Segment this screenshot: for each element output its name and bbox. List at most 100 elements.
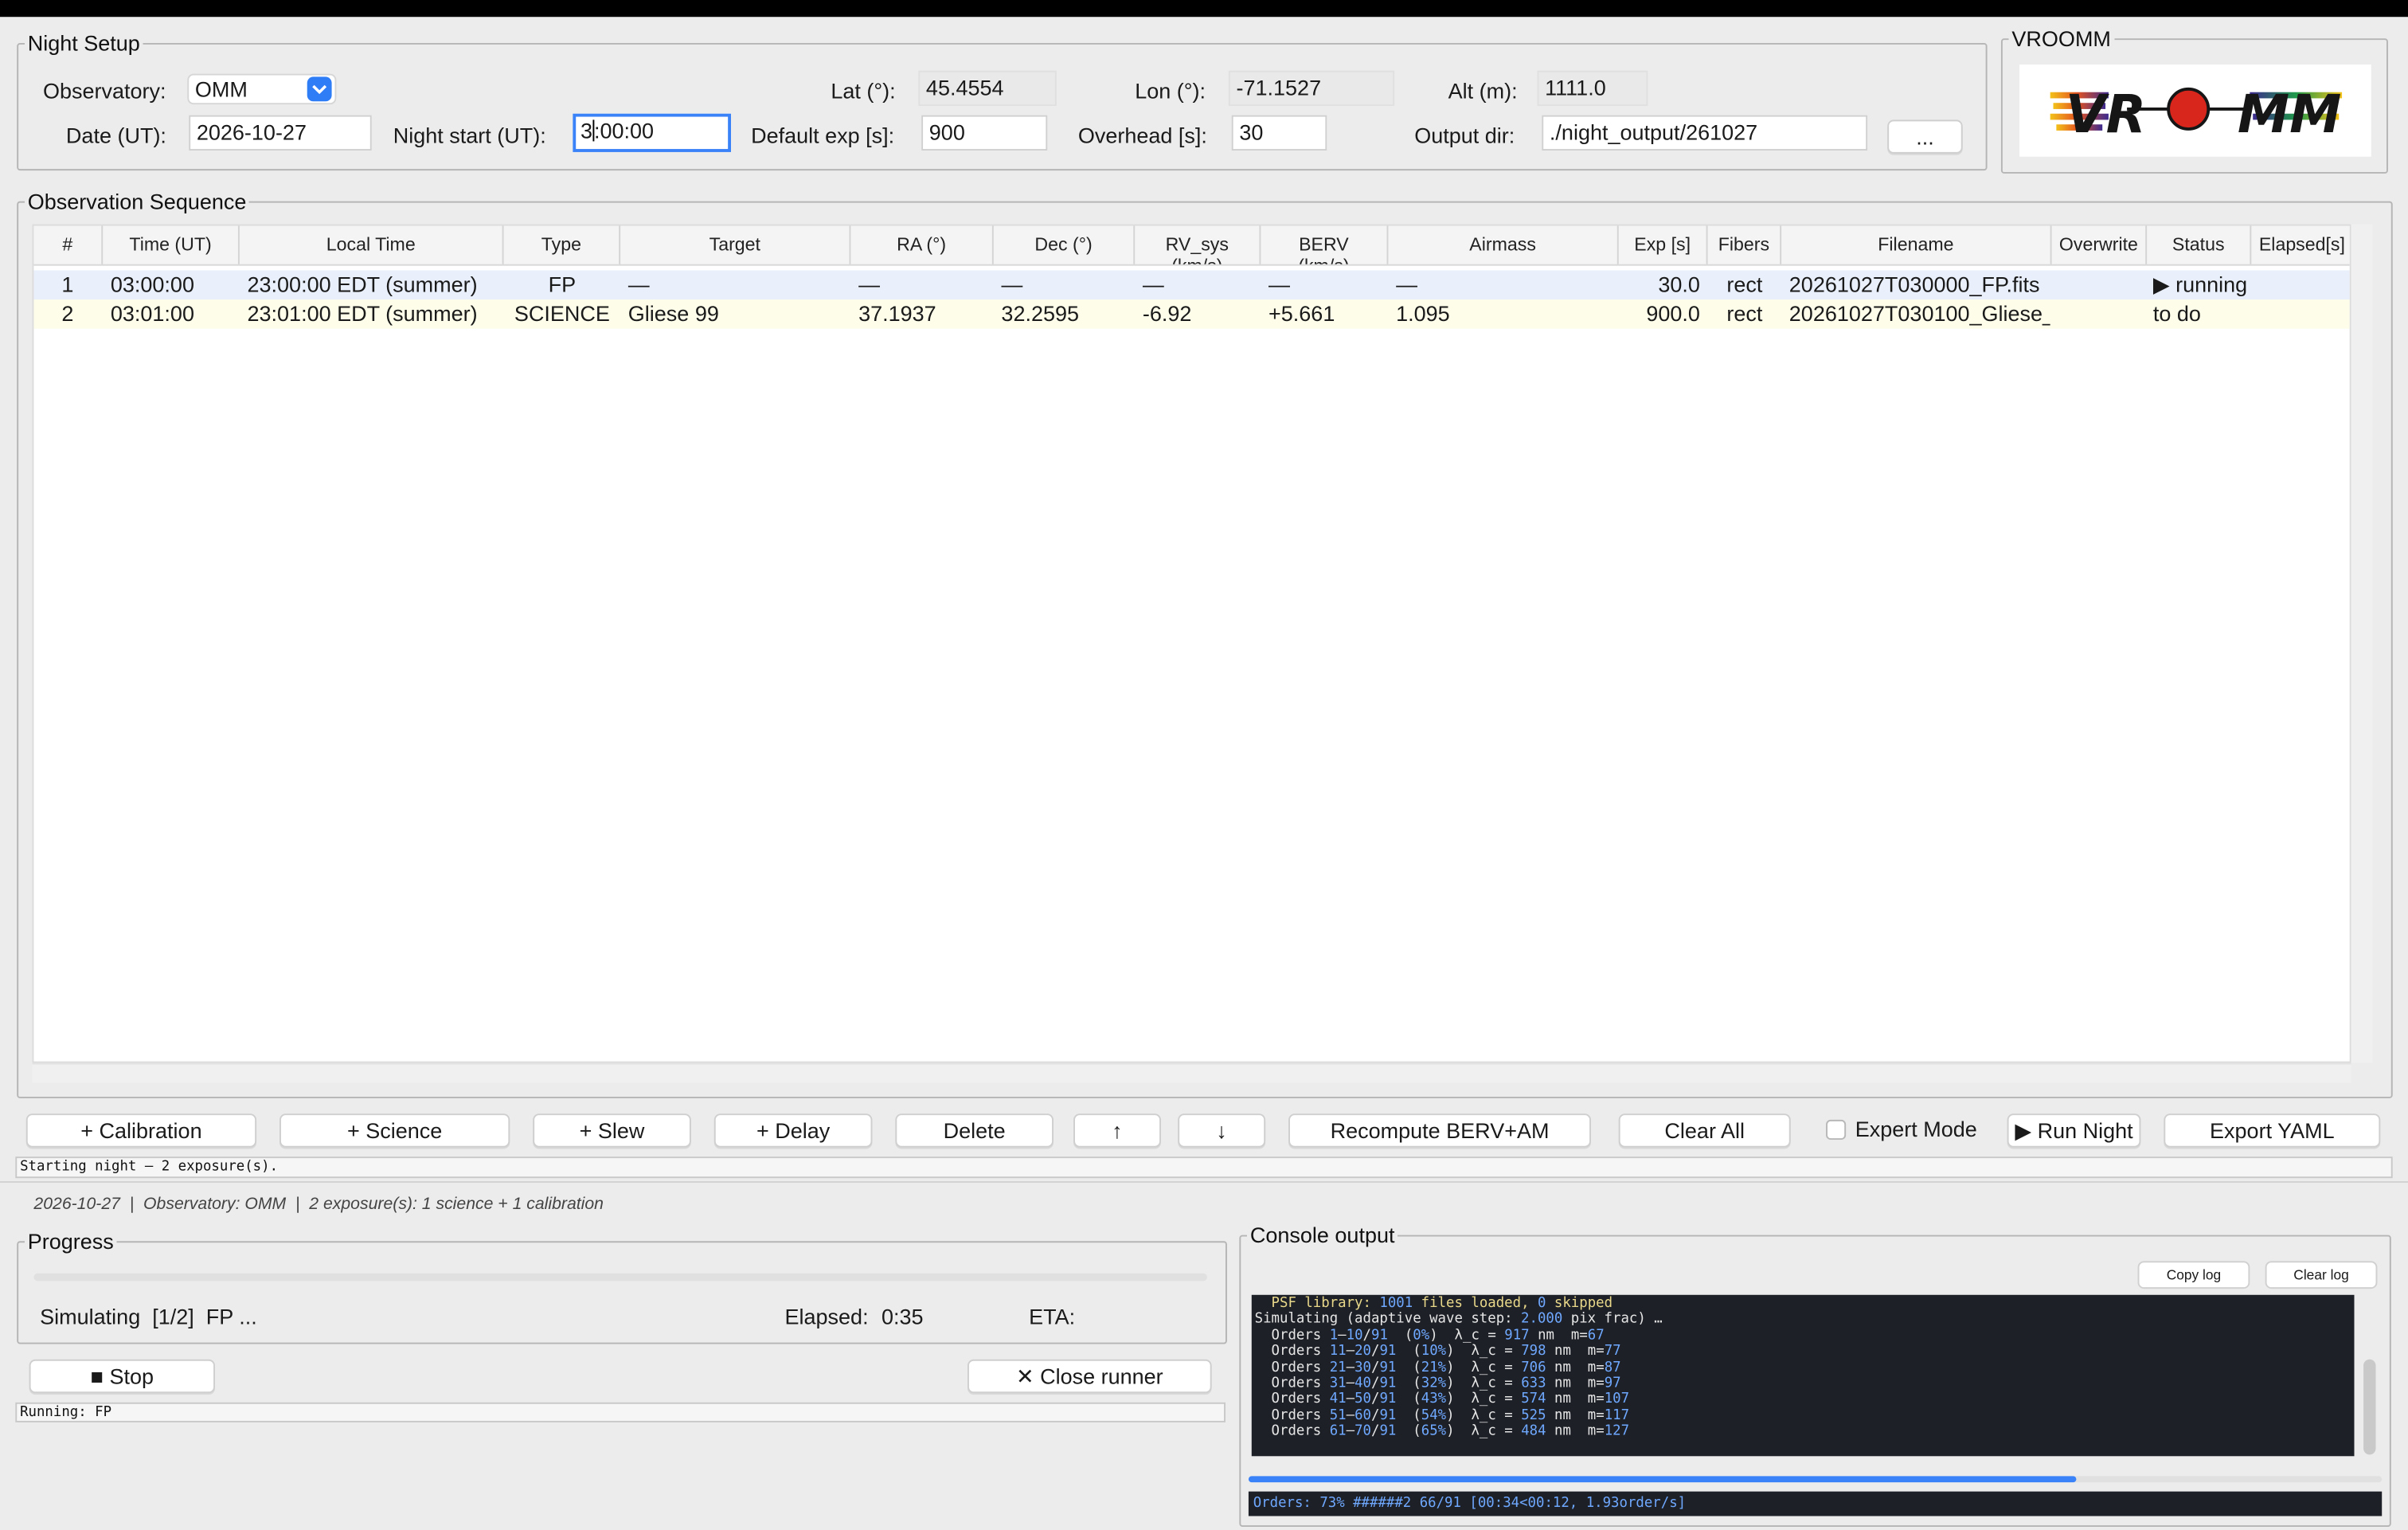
cell-target: Gliese 99 xyxy=(627,300,719,326)
observatory-value: OMM xyxy=(194,76,248,102)
col-ra[interactable]: RA (°) xyxy=(850,225,994,264)
date-field[interactable]: 2026-10-27 xyxy=(189,115,372,151)
chevron-down-icon[interactable] xyxy=(307,76,332,102)
orders-progress-fill xyxy=(1248,1476,2076,1483)
eta-label: ETA: xyxy=(1029,1304,1076,1329)
cell-num: 2 xyxy=(61,300,74,326)
col-elapsed[interactable]: Elapsed[s] xyxy=(2251,225,2349,264)
cell-status: to do xyxy=(2152,300,2201,326)
add-calibration-button[interactable]: + Calibration xyxy=(25,1113,257,1148)
console-line: PSF library: 1001 files loaded, 0 skippe… xyxy=(1254,1296,1613,1312)
cell-target: — xyxy=(627,272,650,297)
console-output-legend: Console output xyxy=(1249,1223,1395,1247)
runner-status-bar: Running: FP xyxy=(15,1402,1226,1422)
sequence-table[interactable]: # Time (UT) Local Time Type Target RA (°… xyxy=(32,224,2351,1063)
logo-text-right: MM xyxy=(2238,84,2342,145)
night-summary: 2026-10-27 | Observatory: OMM | 2 exposu… xyxy=(33,1195,604,1214)
lat-field: 45.4554 xyxy=(918,70,1057,107)
export-yaml-button[interactable]: Export YAML xyxy=(2164,1113,2381,1148)
elapsed-label: Elapsed: xyxy=(784,1304,869,1329)
col-exp[interactable]: Exp [s] xyxy=(1619,225,1708,264)
copy-log-button[interactable]: Copy log xyxy=(2137,1261,2250,1289)
table-vertical-scrollbar[interactable] xyxy=(2351,224,2373,1063)
col-fibers[interactable]: Fibers xyxy=(1708,225,1782,264)
cell-airmass: — xyxy=(1396,272,1418,297)
stop-button[interactable]: ■ Stop xyxy=(29,1359,215,1394)
logo-graphic: VR MM xyxy=(2050,84,2343,145)
lon-field: -71.1527 xyxy=(1228,70,1395,107)
cell-berv: — xyxy=(1268,272,1290,297)
date-label: Date (UT): xyxy=(65,123,166,148)
orders-progress-text: Orders: 73% ######2 66/91 [00:34<00:12, … xyxy=(1248,1491,2383,1516)
clear-all-button[interactable]: Clear All xyxy=(1618,1113,1791,1148)
add-slew-button[interactable]: + Slew xyxy=(533,1113,691,1148)
move-down-button[interactable]: ↓ xyxy=(1178,1113,1266,1148)
col-rv-sys[interactable]: RV_sys (km/s) xyxy=(1135,225,1261,264)
overhead-field[interactable]: 30 xyxy=(1231,115,1327,151)
orders-progress-bar xyxy=(1248,1476,2383,1483)
cell-exp: 900.0 xyxy=(1646,300,1700,326)
col-target[interactable]: Target xyxy=(620,225,851,264)
clear-log-button[interactable]: Clear log xyxy=(2265,1261,2378,1289)
console-scrollbar-thumb[interactable] xyxy=(2363,1359,2376,1455)
console-line: Orders 51–60/91 (54%) λ_c = 525 nm m=117 xyxy=(1254,1408,1630,1424)
add-delay-button[interactable]: + Delay xyxy=(713,1113,873,1148)
cell-time-ut: 03:01:00 xyxy=(110,300,194,326)
lat-label: Lat (°): xyxy=(831,78,896,104)
console-line: Orders 1–10/91 (0%) λ_c = 917 nm m=67 xyxy=(1254,1328,1605,1344)
cell-exp: 30.0 xyxy=(1658,272,1700,297)
col-status[interactable]: Status xyxy=(2147,225,2252,264)
move-up-button[interactable]: ↑ xyxy=(1073,1113,1161,1148)
console-log[interactable]: PSF library: 1001 files loaded, 0 skippe… xyxy=(1251,1294,2355,1457)
expert-mode-label[interactable]: Expert Mode xyxy=(1855,1117,1977,1141)
col-time-ut[interactable]: Time (UT) xyxy=(103,225,240,264)
cell-time-ut: 03:00:00 xyxy=(110,272,194,297)
observatory-select[interactable]: OMM xyxy=(187,73,337,105)
col-berv[interactable]: BERV (km/s) xyxy=(1261,225,1389,264)
night-start-value-end: :00:00 xyxy=(593,118,655,143)
cell-filename: 20261027T030000_FP.fits xyxy=(1788,272,2040,297)
night-start-field[interactable]: 3:00:00 xyxy=(573,113,731,152)
vroomm-logo: VR MM xyxy=(2019,64,2371,157)
col-dec[interactable]: Dec (°) xyxy=(994,225,1136,264)
cell-rv-sys: -6.92 xyxy=(1142,300,1192,326)
window-top-bar xyxy=(0,0,2408,18)
simulation-progress-bar xyxy=(33,1273,1207,1282)
observation-sequence-legend: Observation Sequence xyxy=(27,189,247,214)
table-horizontal-scrollbar[interactable] xyxy=(32,1062,2351,1083)
observatory-label: Observatory: xyxy=(42,78,166,104)
simulating-status: Simulating [1/2] FP ... xyxy=(40,1304,257,1329)
col-local-time[interactable]: Local Time xyxy=(240,225,504,264)
run-night-button[interactable]: ▶ Run Night xyxy=(2007,1113,2141,1148)
table-row[interactable]: 1 03:00:00 23:00:00 EDT (summer) FP — — … xyxy=(33,270,2350,300)
cell-fibers: rect xyxy=(1726,300,1763,326)
expert-mode-checkbox[interactable] xyxy=(1826,1119,1847,1140)
cell-berv: +5.661 xyxy=(1268,300,1335,326)
lon-label: Lon (°): xyxy=(1135,78,1206,104)
alt-label: Alt (m): xyxy=(1448,78,1518,104)
status-bar: Starting night — 2 exposure(s). xyxy=(15,1156,2393,1179)
overhead-label: Overhead [s]: xyxy=(1077,123,1207,148)
cell-local-time: 23:01:00 EDT (summer) xyxy=(247,300,478,326)
cell-ra: 37.1937 xyxy=(858,300,936,326)
console-line: Orders 41–50/91 (43%) λ_c = 574 nm m=107 xyxy=(1254,1392,1630,1408)
close-runner-button[interactable]: ✕ Close runner xyxy=(967,1359,1212,1394)
col-overwrite[interactable]: Overwrite xyxy=(2052,225,2148,264)
output-dir-field[interactable]: ./night_output/261027 xyxy=(1542,115,1868,151)
cell-airmass: 1.095 xyxy=(1396,300,1450,326)
logo-legend: VROOMM xyxy=(2011,25,2111,51)
default-exp-field[interactable]: 900 xyxy=(921,115,1048,151)
recompute-berv-am-button[interactable]: Recompute BERV+AM xyxy=(1288,1113,1591,1148)
col-num[interactable]: # xyxy=(33,225,104,264)
col-airmass[interactable]: Airmass xyxy=(1388,225,1619,264)
add-science-button[interactable]: + Science xyxy=(279,1113,510,1148)
delete-button[interactable]: Delete xyxy=(895,1113,1054,1148)
night-start-label: Night start (UT): xyxy=(393,123,546,148)
console-line: Orders 21–30/91 (21%) λ_c = 706 nm m=87 xyxy=(1254,1360,1621,1376)
night-setup-legend: Night Setup xyxy=(27,30,140,56)
col-type[interactable]: Type xyxy=(504,225,621,264)
browse-output-dir-button[interactable]: ... xyxy=(1887,119,1963,154)
table-row[interactable]: 2 03:01:00 23:01:00 EDT (summer) SCIENCE… xyxy=(33,299,2350,329)
section-divider xyxy=(0,1181,2408,1183)
col-filename[interactable]: Filename xyxy=(1781,225,2052,264)
